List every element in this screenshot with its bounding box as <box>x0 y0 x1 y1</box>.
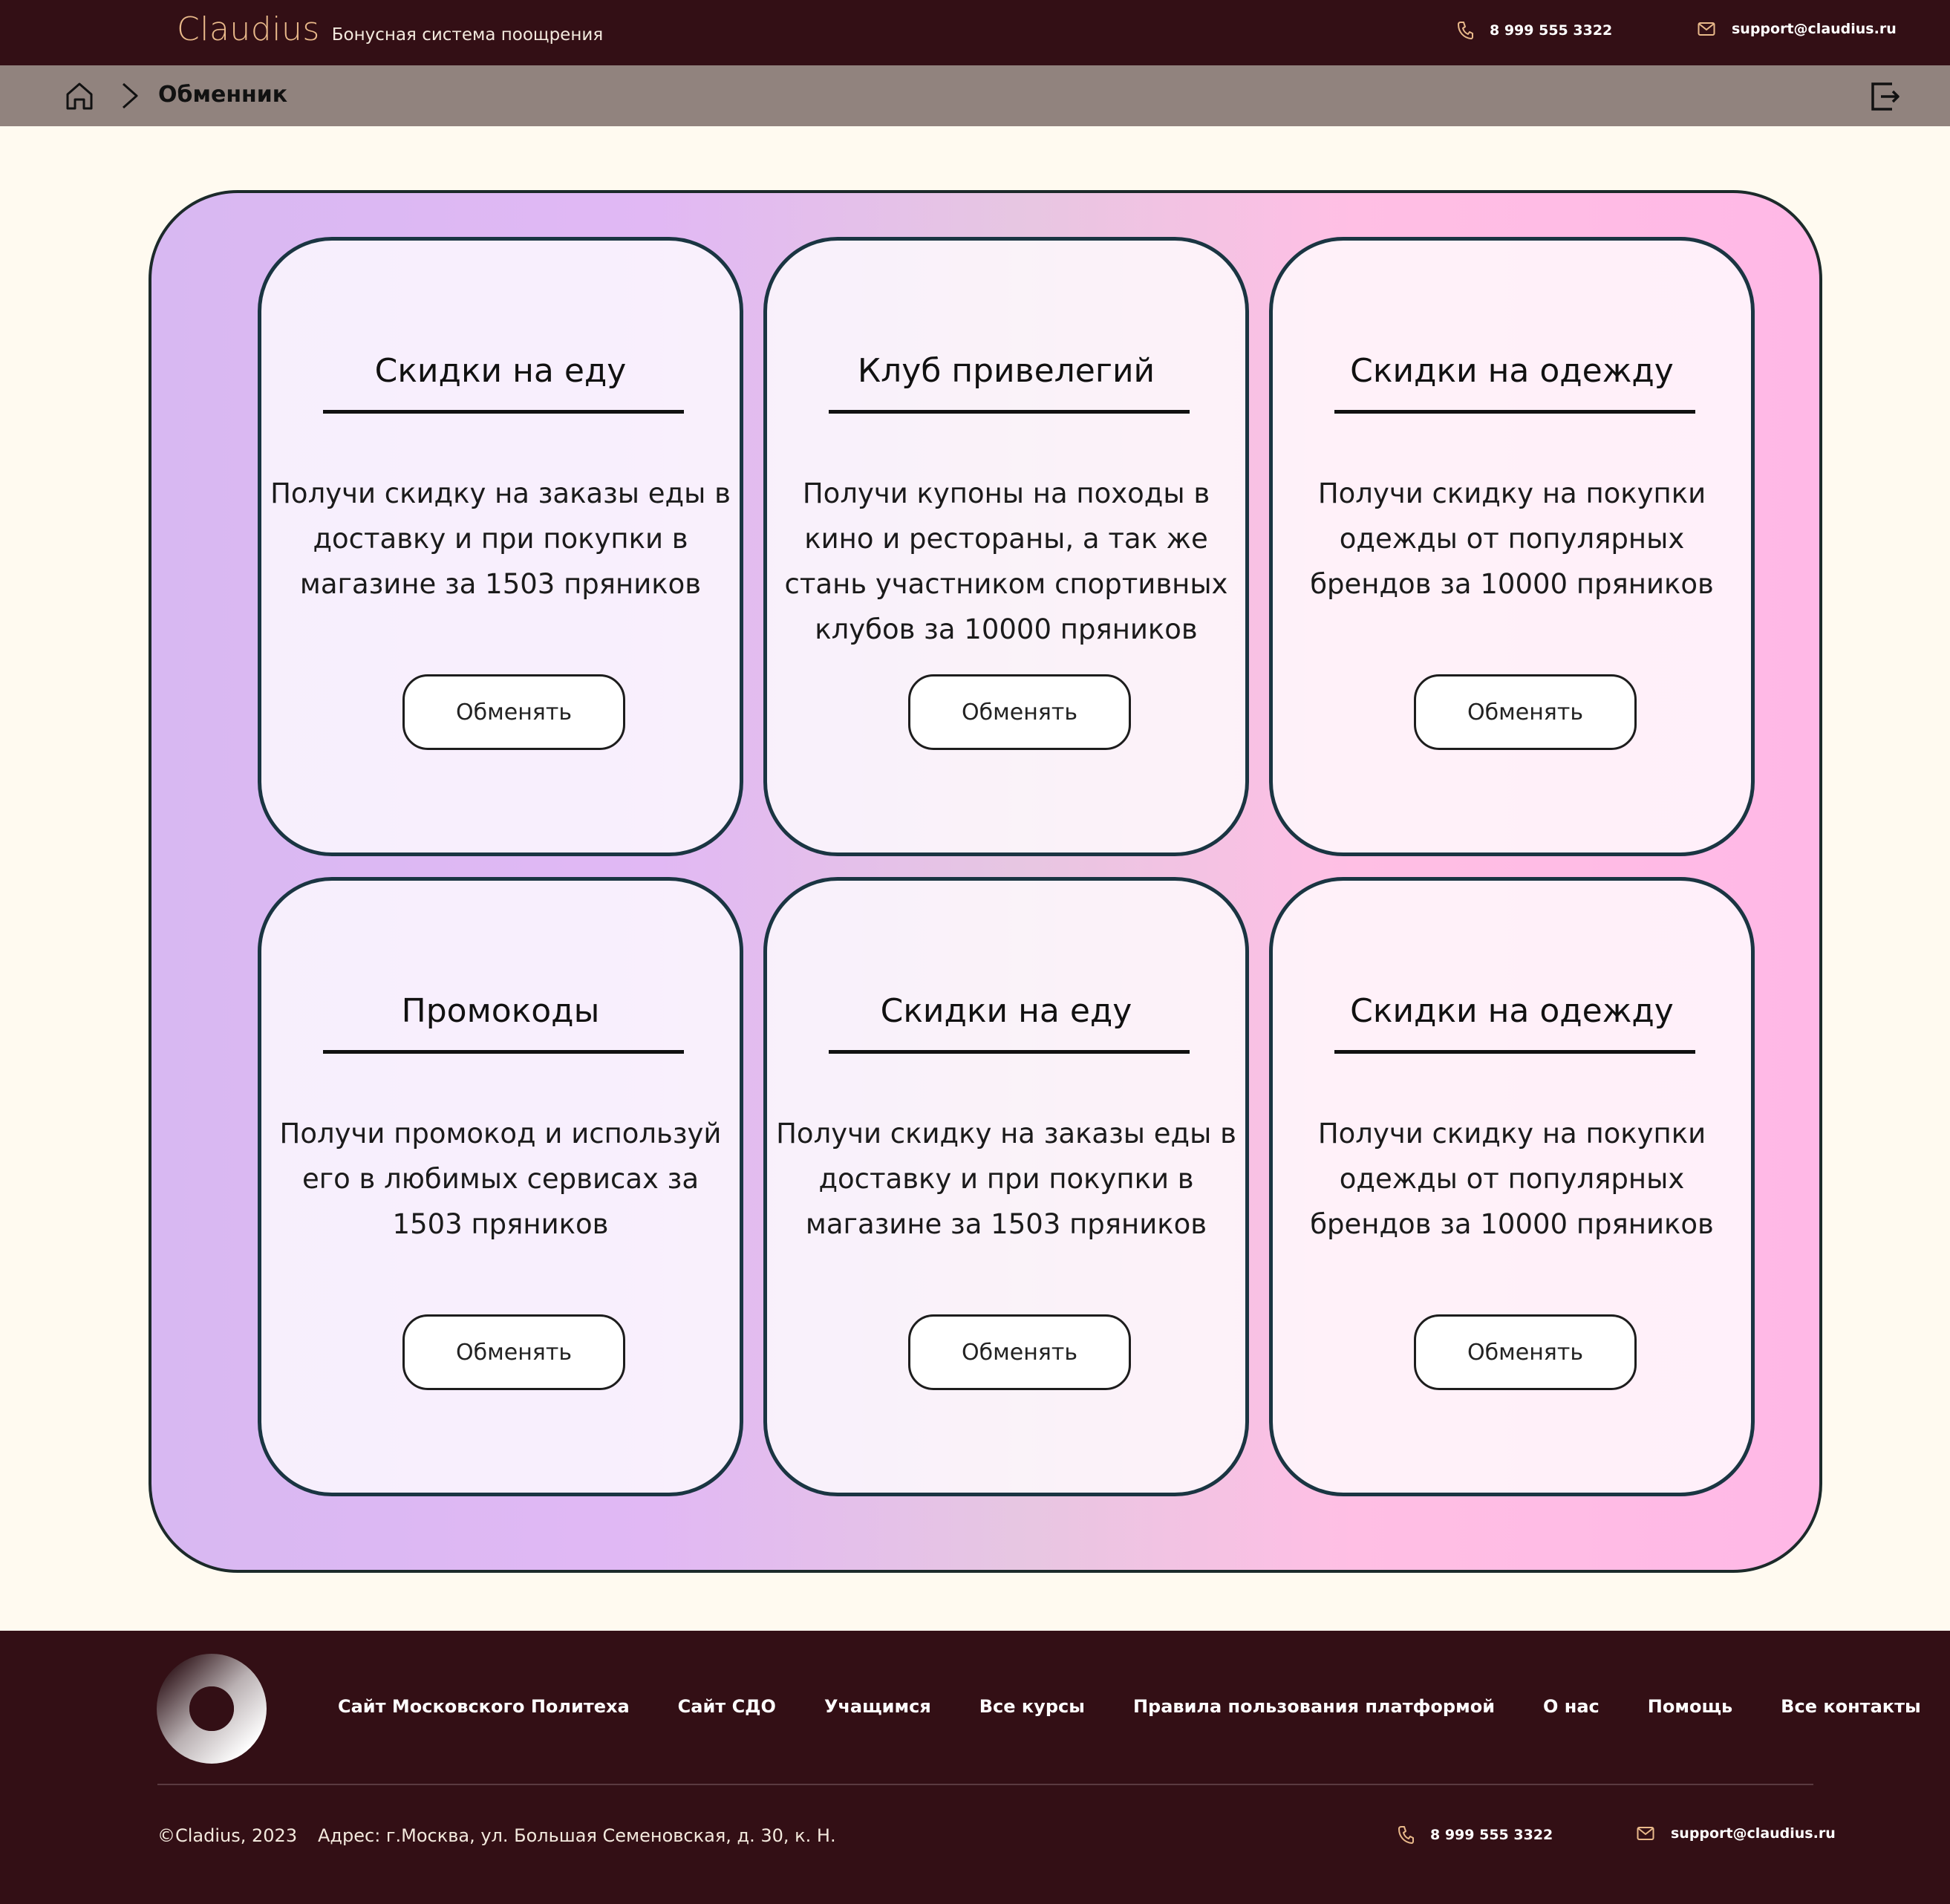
card-title: Промокоды <box>401 992 600 1030</box>
address: Адрес: г.Москва, ул. Большая Семеновская… <box>318 1825 836 1846</box>
exchange-button[interactable]: Обменять <box>402 1314 625 1390</box>
header-phone-text: 8 999 555 3322 <box>1490 22 1613 39</box>
exchange-button[interactable]: Обменять <box>908 1314 1131 1390</box>
footer-phone-text: 8 999 555 3322 <box>1430 1827 1553 1843</box>
mail-icon <box>1698 22 1715 36</box>
footer-nav: Сайт Московского Политеха Сайт СДО Учащи… <box>338 1696 1921 1717</box>
phone-icon <box>1458 22 1473 39</box>
card-divider <box>829 1050 1190 1054</box>
home-icon[interactable] <box>64 80 95 111</box>
footer-link[interactable]: Помощь <box>1648 1696 1732 1717</box>
card-description: Получи скидку на заказы еды в доставку и… <box>776 1118 1236 1240</box>
card-divider <box>1334 410 1695 414</box>
footer-link[interactable]: Все контакты <box>1781 1696 1921 1717</box>
offer-card: Скидки на одежду Получи скидку на покупк… <box>1269 877 1755 1496</box>
exchange-button[interactable]: Обменять <box>402 674 625 750</box>
breadcrumb: Обменник <box>0 65 1950 126</box>
footer-link[interactable]: О нас <box>1543 1696 1600 1717</box>
copyright: ©Cladius, 2023 <box>157 1825 298 1846</box>
header-email-text: support@claudius.ru <box>1732 21 1897 37</box>
exchange-button[interactable]: Обменять <box>1414 1314 1637 1390</box>
offer-card: Скидки на одежду Получи скидку на покупк… <box>1269 237 1755 856</box>
footer-link[interactable]: Сайт СДО <box>678 1696 776 1717</box>
footer-phone[interactable]: 8 999 555 3322 <box>1398 1825 1553 1845</box>
exchange-panel: Скидки на еду Получи скидку на заказы ед… <box>149 190 1822 1573</box>
card-title: Скидки на еду <box>880 992 1132 1030</box>
exchange-button[interactable]: Обменять <box>908 674 1131 750</box>
footer-divider <box>157 1784 1813 1785</box>
brand-name: Claudius <box>177 10 320 48</box>
chevron-right-icon <box>123 82 138 109</box>
card-description: Получи скидку на покупки одежды от попул… <box>1310 1118 1714 1240</box>
header-email[interactable]: support@claudius.ru <box>1698 21 1897 37</box>
logout-icon[interactable] <box>1870 81 1901 112</box>
offer-card: Скидки на еду Получи скидку на заказы ед… <box>258 237 743 856</box>
brand[interactable]: Claudius Бонусная система поощрения <box>177 10 603 48</box>
offer-card: Промокоды Получи промокод и используй ег… <box>258 877 743 1496</box>
card-description: Получи скидку на заказы еды в доставку и… <box>270 477 731 600</box>
footer-link[interactable]: Сайт Московского Политеха <box>338 1696 630 1717</box>
top-header: Claudius Бонусная система поощрения 8 99… <box>0 0 1950 65</box>
footer-link[interactable]: Все курсы <box>979 1696 1085 1717</box>
card-title: Скидки на еду <box>374 352 627 390</box>
card-divider <box>323 410 684 414</box>
header-phone[interactable]: 8 999 555 3322 <box>1457 21 1612 40</box>
footer-link[interactable]: Учащимся <box>824 1696 931 1717</box>
card-divider <box>1334 1050 1695 1054</box>
offer-card: Скидки на еду Получи скидку на заказы ед… <box>763 877 1249 1496</box>
card-description: Получи купоны на походы в кино и рестора… <box>784 477 1228 645</box>
mail-icon <box>1637 1827 1654 1840</box>
card-title: Скидки на одежду <box>1350 992 1674 1030</box>
page-title: Обменник <box>158 82 288 108</box>
footer: Сайт Московского Политеха Сайт СДО Учащи… <box>0 1631 1950 1904</box>
card-title: Скидки на одежду <box>1350 352 1674 390</box>
brand-tagline: Бонусная система поощрения <box>331 25 604 45</box>
footer-link[interactable]: Правила пользования платформой <box>1133 1696 1495 1717</box>
offer-card: Клуб привелегий Получи купоны на походы … <box>763 237 1249 856</box>
footer-email-text: support@claudius.ru <box>1671 1825 1836 1842</box>
card-description: Получи промокод и используй его в любимы… <box>279 1118 722 1240</box>
card-description: Получи скидку на покупки одежды от попул… <box>1310 477 1714 600</box>
exchange-button[interactable]: Обменять <box>1414 674 1637 750</box>
card-title: Клуб привелегий <box>857 352 1155 390</box>
footer-email[interactable]: support@claudius.ru <box>1637 1825 1836 1842</box>
card-divider <box>829 410 1190 414</box>
ring-logo-icon <box>157 1654 267 1764</box>
phone-icon <box>1398 1826 1414 1844</box>
card-divider <box>323 1050 684 1054</box>
